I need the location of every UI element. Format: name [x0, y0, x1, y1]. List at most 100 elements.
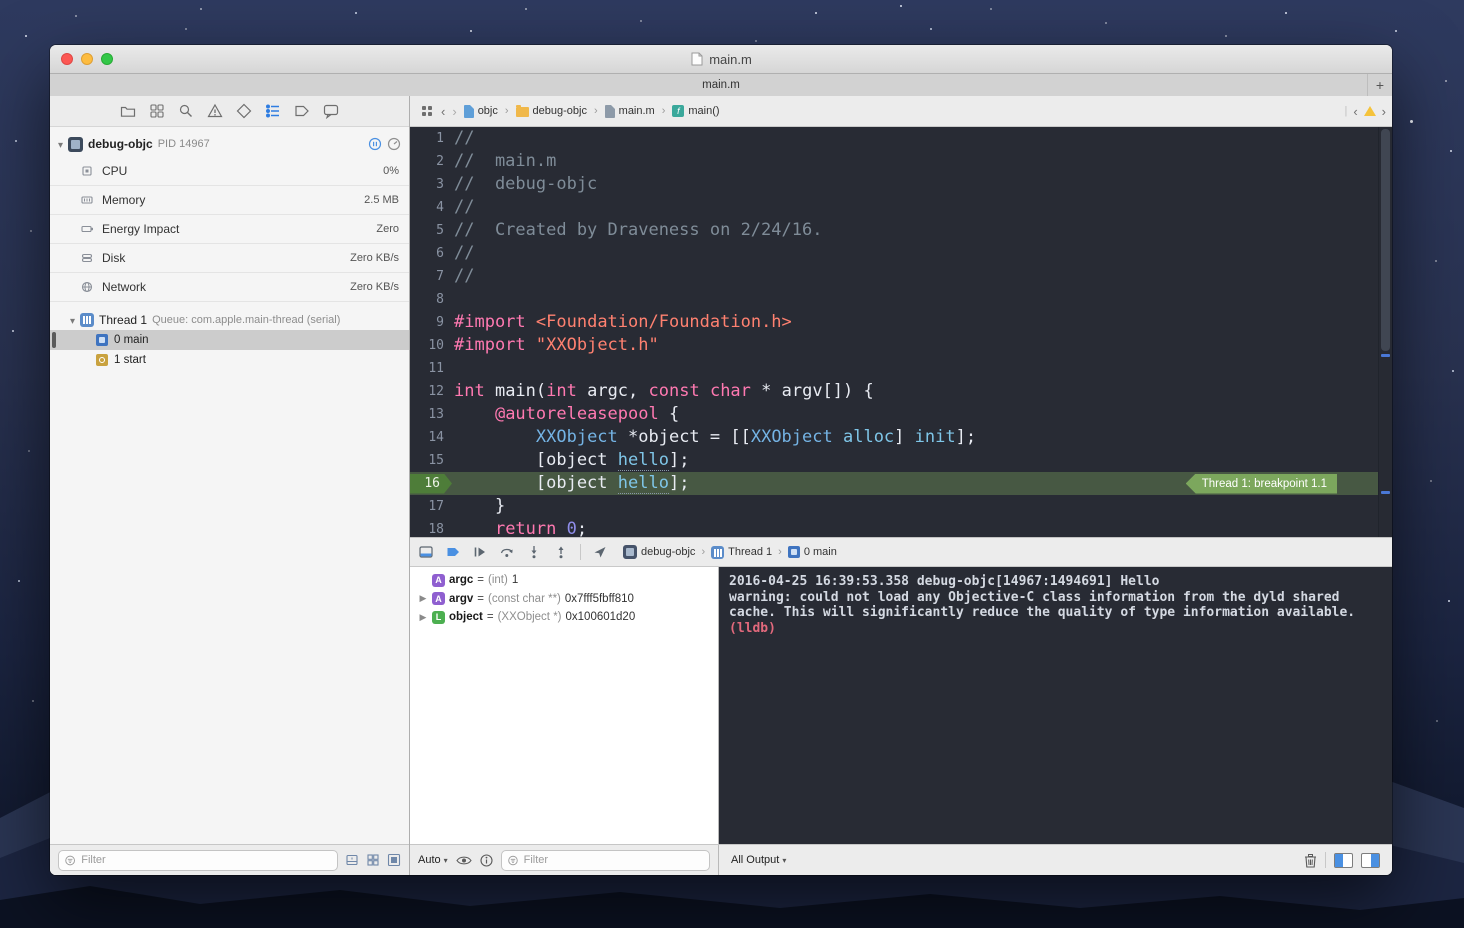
- back-button[interactable]: ‹: [441, 105, 445, 118]
- stack-view-grid-icon[interactable]: [366, 853, 380, 867]
- pause-process-icon[interactable]: [368, 137, 382, 151]
- variable-row-object[interactable]: ▶ L object = (XXObject *) 0x100601d20: [410, 608, 718, 627]
- line-number[interactable]: 7: [410, 265, 454, 288]
- next-issue-button[interactable]: ›: [1382, 105, 1386, 118]
- line-number[interactable]: 12: [410, 380, 454, 403]
- step-out-icon[interactable]: [553, 544, 569, 560]
- minimize-button[interactable]: [81, 53, 93, 65]
- crumb-frame[interactable]: 0 main: [788, 546, 837, 558]
- gauge-row-network[interactable]: Network Zero KB/s: [50, 273, 409, 302]
- variable-row-argc[interactable]: A argc = (int) 1: [410, 571, 718, 590]
- show-variables-view-toggle[interactable]: [1334, 853, 1353, 868]
- jumpbar-label: objc: [478, 105, 498, 117]
- gauge-value: Zero KB/s: [350, 252, 399, 264]
- variable-name: argc: [449, 574, 473, 586]
- gauge-row-energy[interactable]: Energy Impact Zero: [50, 215, 409, 244]
- line-number[interactable]: 16: [410, 472, 454, 495]
- stack-frame-main[interactable]: 0 main: [50, 330, 409, 350]
- forward-button[interactable]: ›: [452, 105, 456, 118]
- quick-look-eye-icon[interactable]: [456, 855, 472, 866]
- line-number[interactable]: 8: [410, 288, 454, 311]
- code-text: int main(int argc, const char * argv[]) …: [454, 380, 874, 403]
- clear-console-trash-icon[interactable]: [1304, 853, 1317, 868]
- title-bar[interactable]: main.m: [50, 45, 1392, 74]
- stack-frame-start[interactable]: 1 start: [50, 350, 409, 370]
- line-number[interactable]: 17: [410, 495, 454, 518]
- show-console-view-toggle[interactable]: [1361, 853, 1380, 868]
- disclosure-triangle-icon[interactable]: ▶: [418, 593, 428, 604]
- line-number[interactable]: 10: [410, 334, 454, 357]
- process-row[interactable]: debug-objc PID 14967: [50, 127, 409, 157]
- crumb-process[interactable]: debug-objc: [623, 545, 695, 559]
- project-navigator-icon[interactable]: [120, 103, 136, 119]
- editor-scrollbar[interactable]: [1378, 127, 1392, 537]
- breakpoint-marker[interactable]: 16: [410, 474, 452, 494]
- variables-filter-input[interactable]: [522, 853, 703, 867]
- jumpbar-item-objc[interactable]: objc: [464, 105, 498, 118]
- breakpoints-toggle-icon[interactable]: [445, 544, 461, 560]
- debug-navigator-icon[interactable]: [265, 103, 281, 119]
- related-items-icon[interactable]: [420, 104, 434, 118]
- step-over-icon[interactable]: [499, 544, 515, 560]
- gauge-label: Memory: [102, 193, 145, 207]
- warning-icon[interactable]: [1364, 106, 1376, 116]
- line-number[interactable]: 11: [410, 357, 454, 380]
- search-navigator-icon[interactable]: [178, 103, 194, 119]
- gauge-row-disk[interactable]: Disk Zero KB/s: [50, 244, 409, 273]
- line-number[interactable]: 5: [410, 219, 454, 242]
- line-number[interactable]: 6: [410, 242, 454, 265]
- zoom-button[interactable]: [101, 53, 113, 65]
- line-number[interactable]: 2: [410, 150, 454, 173]
- disclosure-triangle-icon[interactable]: [70, 313, 75, 327]
- info-icon[interactable]: [480, 854, 493, 867]
- console-output-popup[interactable]: All Output: [731, 854, 786, 866]
- line-number[interactable]: 15: [410, 449, 454, 472]
- tab-main-m[interactable]: main.m: [702, 74, 740, 96]
- stack-view-framed-icon[interactable]: [387, 853, 401, 867]
- variables-filter-field[interactable]: [501, 850, 710, 871]
- variable-scope-popup[interactable]: Auto: [418, 854, 448, 866]
- line-number[interactable]: 14: [410, 426, 454, 449]
- console-output[interactable]: 2016-04-25 16:39:53.358 debug-objc[14967…: [719, 567, 1392, 844]
- thread-row[interactable]: Thread 1 Queue: com.apple.main-thread (s…: [50, 310, 409, 330]
- disclosure-triangle-icon[interactable]: ▶: [418, 612, 428, 623]
- profile-gauge-icon[interactable]: [387, 137, 401, 151]
- variables-view[interactable]: A argc = (int) 1 ▶ A argv = (const char …: [410, 567, 719, 844]
- breakpoint-badge[interactable]: Thread 1: breakpoint 1.1: [1186, 474, 1337, 494]
- lldb-prompt[interactable]: (lldb): [729, 621, 1382, 637]
- flatten-stack-icon[interactable]: [345, 853, 359, 867]
- hide-debug-area-icon[interactable]: [418, 544, 434, 560]
- navigator-filter-input[interactable]: [79, 853, 331, 867]
- continue-button-icon[interactable]: [472, 544, 488, 560]
- argument-badge: A: [432, 592, 445, 605]
- jumpbar-item-main-fn[interactable]: main(): [672, 105, 719, 117]
- issue-navigator-icon[interactable]: [207, 103, 223, 119]
- breakpoint-navigator-icon[interactable]: [294, 103, 310, 119]
- line-number[interactable]: 4: [410, 196, 454, 219]
- variable-row-argv[interactable]: ▶ A argv = (const char **) 0x7fff5fbff81…: [410, 590, 718, 609]
- gauge-row-memory[interactable]: Memory 2.5 MB: [50, 186, 409, 215]
- close-button[interactable]: [61, 53, 73, 65]
- jumpbar-item-debug-objc[interactable]: debug-objc: [516, 105, 587, 117]
- equals: =: [487, 611, 494, 623]
- line-number[interactable]: 18: [410, 518, 454, 537]
- local-badge: L: [432, 611, 445, 624]
- simulate-location-icon[interactable]: [592, 544, 608, 560]
- scrollbar-thumb[interactable]: [1381, 129, 1390, 351]
- symbol-navigator-icon[interactable]: [149, 103, 165, 119]
- line-number[interactable]: 1: [410, 127, 454, 150]
- crumb-thread[interactable]: Thread 1: [711, 546, 772, 559]
- report-navigator-icon[interactable]: [323, 103, 339, 119]
- disclosure-triangle-icon[interactable]: [58, 137, 63, 151]
- navigator-filter-field[interactable]: [58, 850, 338, 871]
- line-number[interactable]: 13: [410, 403, 454, 426]
- test-navigator-icon[interactable]: [236, 103, 252, 119]
- gauge-row-cpu[interactable]: CPU 0%: [50, 157, 409, 186]
- line-number[interactable]: 9: [410, 311, 454, 334]
- jumpbar-item-main-m[interactable]: main.m: [605, 105, 655, 118]
- line-number[interactable]: 3: [410, 173, 454, 196]
- code-editor[interactable]: 1//2// main.m3// debug-objc4//5// Create…: [410, 127, 1392, 537]
- previous-issue-button[interactable]: ‹: [1353, 105, 1357, 118]
- new-tab-button[interactable]: [1367, 74, 1392, 96]
- step-into-icon[interactable]: [526, 544, 542, 560]
